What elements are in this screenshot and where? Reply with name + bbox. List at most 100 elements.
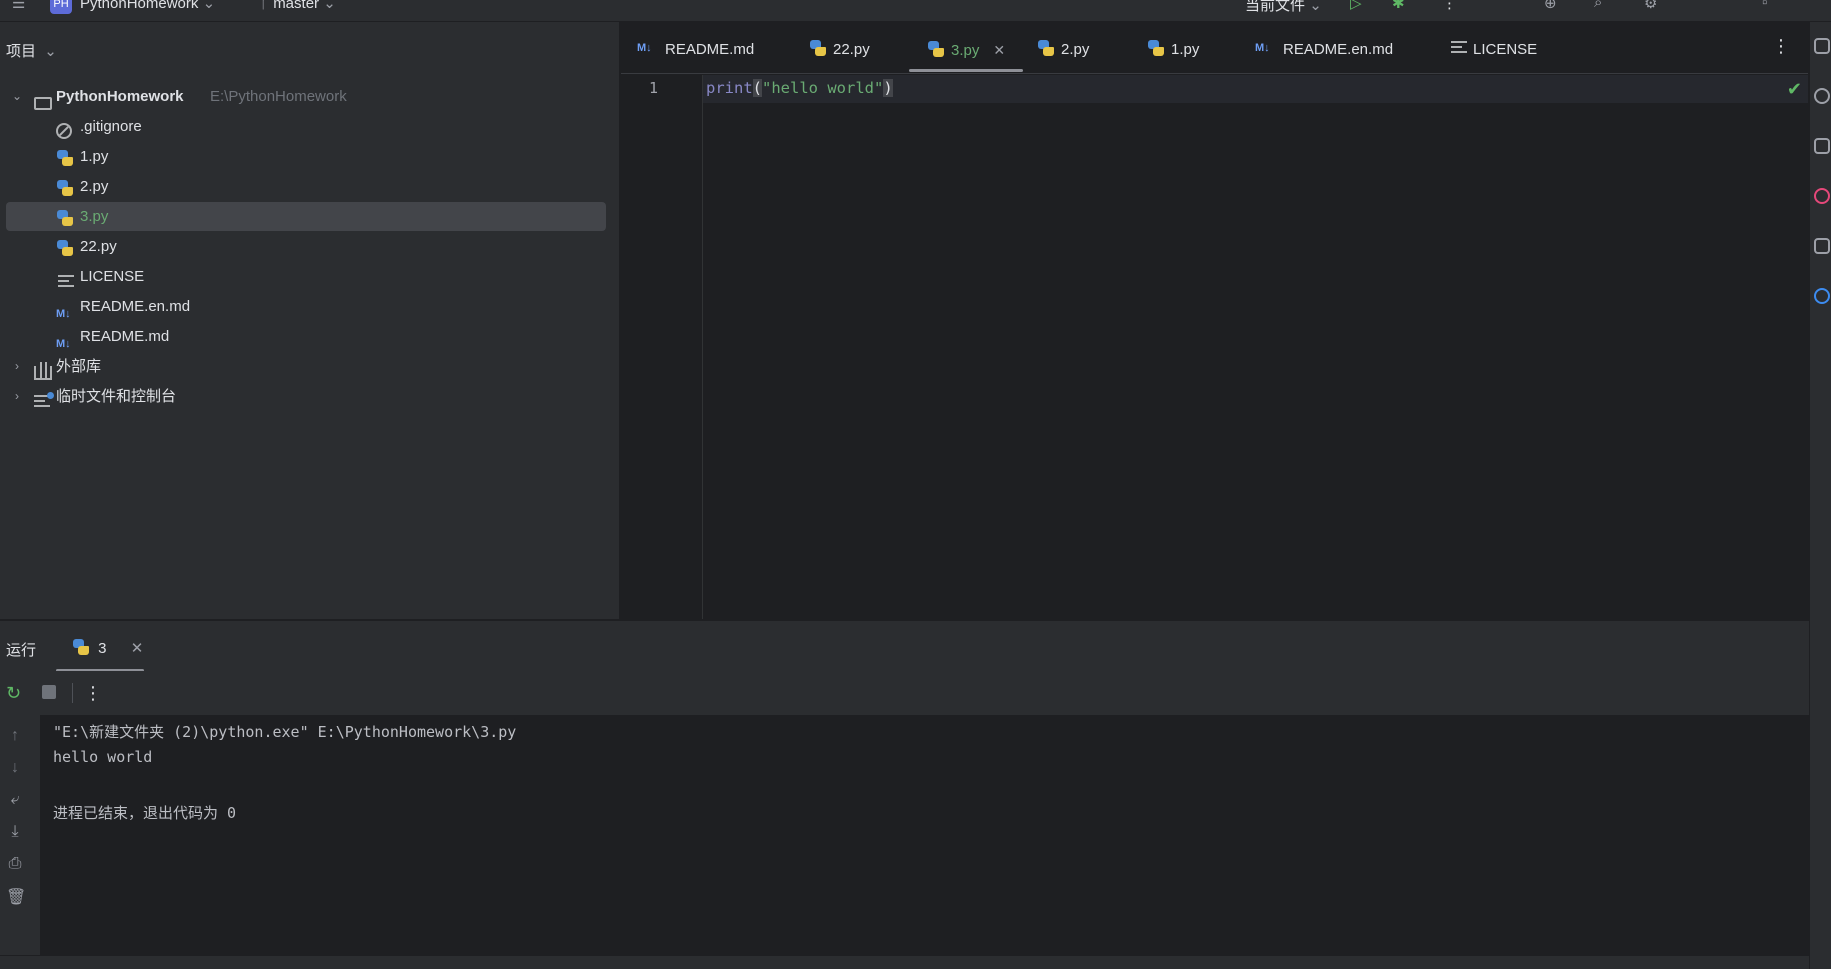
tree-file-selected[interactable]: 3.py — [6, 202, 606, 231]
close-run-tab-icon[interactable]: ✕ — [131, 640, 144, 657]
tree-file[interactable]: M↓ README.md — [6, 322, 606, 351]
chevron-down-icon: ⌄ — [1309, 0, 1322, 14]
tree-file[interactable]: 22.py — [6, 232, 606, 261]
run-tab-label: 3 — [98, 640, 107, 657]
markdown-file-icon: M↓ — [637, 42, 652, 55]
python-file-icon — [1037, 39, 1055, 57]
chevron-right-icon[interactable]: › — [10, 382, 24, 411]
python-file-icon — [56, 178, 74, 196]
run-icon[interactable]: ▷ — [1350, 0, 1362, 12]
rerun-icon[interactable]: ↻ — [6, 683, 21, 704]
right-tool-strip — [1809, 22, 1831, 969]
text-file-icon — [1451, 41, 1467, 55]
settings-icon[interactable]: ⚙ — [1644, 0, 1657, 12]
code-paren-close: ) — [883, 79, 893, 97]
more-actions-icon[interactable]: ⋮ — [1442, 0, 1457, 12]
tab-22-py[interactable]: 22.py — [809, 22, 870, 74]
close-tab-icon[interactable]: ✕ — [993, 42, 1005, 58]
tab-license[interactable]: LICENSE — [1451, 22, 1537, 74]
debug-icon[interactable]: ✱ — [1392, 0, 1405, 12]
tab-label: LICENSE — [1473, 41, 1538, 58]
editor-gutter[interactable]: 1 — [621, 75, 703, 619]
toolbar-separator — [72, 683, 73, 703]
run-config-selector[interactable]: 当前文件 ⌄ — [1245, 0, 1322, 15]
minimize-icon[interactable]: ▫ — [1762, 0, 1767, 11]
more-options-icon[interactable]: ⋮ — [84, 683, 102, 704]
status-bar — [0, 955, 1809, 969]
more-tabs-icon[interactable]: ⋮ — [1772, 36, 1790, 57]
tab-label: 2.py — [1061, 41, 1090, 58]
tree-external-libraries[interactable]: › 外部库 — [6, 352, 606, 381]
code-paren-open: ( — [752, 79, 763, 97]
folder-icon — [34, 88, 52, 110]
code-editor[interactable]: 1 print("hello world") ✔ — [621, 75, 1808, 619]
file-name: README.en.md — [80, 298, 191, 315]
run-tab[interactable]: 3 ✕ — [72, 639, 143, 658]
no-problems-check-icon[interactable]: ✔ — [1787, 79, 1802, 100]
tab-readme-md[interactable]: M↓ README.md — [637, 22, 754, 74]
tree-root-folder[interactable]: ⌄ PythonHomework E:\PythonHomework — [6, 82, 606, 111]
code-string: "hello world" — [762, 79, 884, 97]
python-file-icon — [56, 238, 74, 256]
run-panel-title: 运行 — [6, 642, 37, 659]
tree-file[interactable]: M↓ README.en.md — [6, 292, 606, 321]
tab-3-py[interactable]: 3.py ✕ — [909, 22, 1024, 74]
markdown-file-icon: M↓ — [1255, 42, 1270, 55]
tab-label: README.en.md — [1283, 41, 1394, 58]
branch-switcher[interactable]: ᚴ master ⌄ — [260, 0, 336, 12]
stop-icon[interactable] — [42, 685, 56, 699]
trash-icon[interactable]: 🗑 — [6, 887, 26, 907]
python-file-icon — [927, 40, 945, 58]
chevron-down-icon[interactable]: ⌄ — [10, 82, 24, 111]
scroll-up-icon[interactable]: ↑ — [6, 727, 24, 745]
branch-name: master — [273, 0, 320, 12]
python-packages-icon[interactable] — [1814, 238, 1830, 254]
tree-scratches[interactable]: › 临时文件和控制台 — [6, 382, 606, 411]
console-line: hello world — [53, 748, 153, 766]
project-name: PythonHomework — [80, 0, 199, 12]
scroll-to-end-icon[interactable]: ⤓ — [6, 823, 24, 841]
search-icon[interactable]: ⌕ — [1594, 0, 1602, 11]
scroll-down-icon[interactable]: ↓ — [6, 759, 24, 777]
tab-label: README.md — [665, 41, 755, 58]
run-panel-header: 运行 3 ✕ — [0, 620, 1809, 672]
file-name: 1.py — [80, 148, 109, 165]
file-name: README.md — [80, 328, 170, 345]
python-file-icon — [809, 39, 827, 57]
console-output[interactable]: "E:\新建文件夹 (2)\python.exe" E:\PythonHomew… — [40, 715, 1809, 955]
chevron-right-icon[interactable]: › — [10, 352, 24, 381]
tab-label: 1.py — [1171, 41, 1200, 58]
tab-label: 3.py — [951, 42, 980, 59]
chevron-down-icon: ⌄ — [202, 0, 216, 12]
code-line[interactable]: print("hello world") — [706, 79, 893, 97]
main-menu-icon[interactable]: ☰ — [12, 0, 25, 12]
tree-file[interactable]: LICENSE — [6, 262, 606, 291]
tab-2-py[interactable]: 2.py — [1037, 22, 1089, 74]
file-name: .gitignore — [80, 118, 142, 135]
ai-assistant-icon[interactable] — [1814, 88, 1830, 104]
plugin-icon[interactable] — [1814, 188, 1830, 204]
code-function: print — [706, 79, 753, 97]
tab-label: 22.py — [833, 41, 870, 58]
project-switcher[interactable]: PH PythonHomework ⌄ — [50, 0, 216, 15]
project-panel-header[interactable]: 项目 ⌄ — [6, 40, 57, 61]
markdown-file-icon: M↓ — [56, 308, 71, 320]
tree-file[interactable]: 2.py — [6, 172, 606, 201]
database-icon[interactable] — [1814, 138, 1830, 154]
tab-1-py[interactable]: 1.py — [1147, 22, 1199, 74]
branch-icon: ᚴ — [260, 0, 270, 12]
python-file-icon — [56, 148, 74, 166]
tree-file[interactable]: .gitignore — [6, 112, 606, 141]
gitignore-icon — [56, 118, 74, 139]
project-panel-title: 项目 — [6, 43, 37, 60]
tab-readme-en-md[interactable]: M↓ README.en.md — [1255, 22, 1393, 74]
python-file-icon — [56, 208, 74, 226]
python-console-icon[interactable] — [1814, 288, 1830, 304]
print-icon[interactable]: ⎙ — [6, 855, 24, 873]
notifications-icon[interactable] — [1814, 38, 1830, 54]
console-side-toolbar: ↑ ↓ ⤶ ⤓ ⎙ 🗑 — [0, 715, 40, 955]
soft-wrap-icon[interactable]: ⤶ — [6, 791, 24, 809]
tree-file[interactable]: 1.py — [6, 142, 606, 171]
project-panel: 项目 ⌄ ⌄ PythonHomework E:\PythonHomework … — [0, 22, 620, 619]
add-user-icon[interactable]: ⊕ — [1544, 0, 1557, 12]
